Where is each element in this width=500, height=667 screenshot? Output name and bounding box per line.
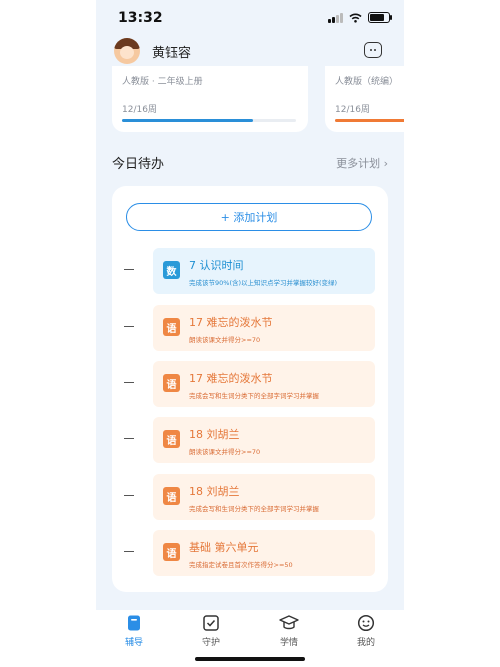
task-card[interactable]: 语 18 刘胡兰 朗读该课文并得分>=70 bbox=[153, 417, 375, 463]
tab-label: 学情 bbox=[279, 638, 298, 648]
status-bar: 13:32 bbox=[96, 0, 404, 36]
more-plans-link[interactable]: 更多计划 › bbox=[336, 155, 388, 171]
task-title: 17 难忘的泼水节 bbox=[189, 372, 273, 385]
task-card[interactable]: 语 17 难忘的泼水节 完成会写和生词分类下的全部字词学习并掌握 bbox=[153, 361, 375, 407]
dash-marker bbox=[124, 382, 134, 384]
user-name: 黄钰容 bbox=[152, 46, 192, 61]
tab-label: 我的 bbox=[356, 638, 375, 648]
dash-marker bbox=[124, 326, 134, 328]
subject-badge: 语 bbox=[163, 374, 180, 392]
book-icon bbox=[128, 615, 140, 631]
status-icons bbox=[328, 12, 392, 23]
task-card[interactable]: 数 7 认识时间 完成该节90%(含)以上知识点学习并掌握较好(变绿) bbox=[153, 248, 375, 294]
book-progress-bar bbox=[122, 119, 296, 122]
task-desc: 朗读该课文并得分>=70 bbox=[189, 336, 261, 344]
todo-row: 语 17 难忘的泼水节 完成会写和生词分类下的全部字词学习并掌握 bbox=[112, 361, 388, 407]
book-week: 12/16周 bbox=[335, 105, 370, 115]
book-subtitle: 人教版（统编） bbox=[335, 77, 399, 87]
todo-row: 语 18 刘胡兰 朗读该课文并得分>=70 bbox=[112, 417, 388, 463]
task-card[interactable]: 语 18 刘胡兰 完成会写和生词分类下的全部字词学习并掌握 bbox=[153, 474, 375, 520]
battery-icon bbox=[368, 12, 392, 23]
home-indicator bbox=[195, 657, 305, 661]
tab-mine[interactable]: 我的 bbox=[341, 614, 391, 648]
dash-marker bbox=[124, 438, 134, 440]
dash-marker bbox=[124, 495, 134, 497]
tab-guard[interactable]: 守护 bbox=[186, 614, 236, 648]
signal-icon bbox=[328, 12, 343, 23]
tab-tutoring[interactable]: 辅导 bbox=[109, 614, 159, 648]
task-card[interactable]: 语 基础 第六单元 完成指定试卷且首次作答得分>=50 bbox=[153, 530, 375, 576]
task-title: 7 认识时间 bbox=[189, 259, 244, 272]
task-desc: 朗读该课文并得分>=70 bbox=[189, 448, 261, 456]
wifi-icon bbox=[349, 13, 362, 23]
book-week: 12/16周 bbox=[122, 105, 157, 115]
book-progress-fill bbox=[122, 119, 253, 122]
task-card[interactable]: 语 17 难忘的泼水节 朗读该课文并得分>=70 bbox=[153, 305, 375, 351]
book-subtitle: 人教版 · 二年级上册 bbox=[122, 77, 203, 87]
header: 黄钰容 bbox=[96, 36, 404, 66]
chat-icon[interactable] bbox=[364, 42, 382, 58]
todo-row: 数 7 认识时间 完成该节90%(含)以上知识点学习并掌握较好(变绿) bbox=[112, 248, 388, 294]
subject-badge: 语 bbox=[163, 318, 180, 336]
task-desc: 完成会写和生词分类下的全部字词学习并掌握 bbox=[189, 505, 319, 513]
tab-label: 守护 bbox=[201, 638, 220, 648]
subject-badge: 语 bbox=[163, 487, 180, 505]
task-title: 基础 第六单元 bbox=[189, 541, 259, 554]
todo-row: 语 基础 第六单元 完成指定试卷且首次作答得分>=50 bbox=[112, 530, 388, 576]
task-desc: 完成指定试卷且首次作答得分>=50 bbox=[189, 561, 293, 569]
avatar[interactable] bbox=[114, 38, 140, 64]
todo-row: 语 17 难忘的泼水节 朗读该课文并得分>=70 bbox=[112, 305, 388, 351]
task-desc: 完成该节90%(含)以上知识点学习并掌握较好(变绿) bbox=[189, 279, 338, 287]
status-time: 13:32 bbox=[118, 10, 163, 26]
task-title: 18 刘胡兰 bbox=[189, 485, 240, 498]
dash-marker bbox=[124, 551, 134, 553]
tab-label: 辅导 bbox=[124, 638, 143, 648]
book-card-math[interactable]: 人教版 · 二年级上册 12/16周 bbox=[112, 66, 308, 132]
tab-learning[interactable]: 学情 bbox=[264, 614, 314, 648]
task-title: 18 刘胡兰 bbox=[189, 428, 240, 441]
subject-badge: 数 bbox=[163, 261, 180, 279]
phone-screen: 13:32 黄钰容 人教版 · 二年级上册 12/16周 人教版（统编） 12/… bbox=[96, 0, 404, 667]
todo-row: 语 18 刘胡兰 完成会写和生词分类下的全部字词学习并掌握 bbox=[112, 474, 388, 520]
add-plan-button[interactable]: + 添加计划 bbox=[126, 203, 372, 231]
subject-badge: 语 bbox=[163, 430, 180, 448]
todo-panel: + 添加计划 数 7 认识时间 完成该节90%(含)以上知识点学习并掌握较好(变… bbox=[112, 186, 388, 592]
dash-marker bbox=[124, 269, 134, 271]
task-title: 17 难忘的泼水节 bbox=[189, 316, 273, 329]
graduation-cap-icon bbox=[279, 615, 299, 630]
section-title: 今日待办 bbox=[112, 157, 165, 172]
task-desc: 完成会写和生词分类下的全部字词学习并掌握 bbox=[189, 392, 319, 400]
book-progress-bar bbox=[335, 119, 404, 122]
subject-badge: 语 bbox=[163, 543, 180, 561]
smiley-icon bbox=[357, 614, 375, 632]
book-card-chinese[interactable]: 人教版（统编） 12/16周 bbox=[325, 66, 404, 132]
book-progress-fill bbox=[335, 119, 404, 122]
shield-check-icon bbox=[203, 615, 219, 631]
